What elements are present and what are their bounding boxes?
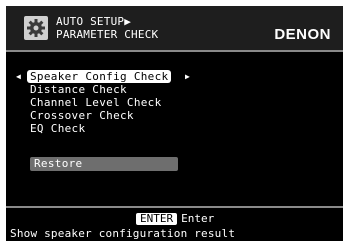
- menu-row-crossover[interactable]: Crossover Check: [6, 109, 343, 122]
- menu-item-distance-check[interactable]: Distance Check: [30, 83, 127, 96]
- brand-logo: DENON: [274, 26, 331, 43]
- footer-bar: ENTER Enter Show speaker configuration re…: [6, 206, 343, 241]
- header-title-line2: PARAMETER CHECK: [56, 28, 159, 41]
- enter-label: Enter: [181, 212, 215, 225]
- menu-item-crossover-check[interactable]: Crossover Check: [30, 109, 134, 122]
- menu-row-distance[interactable]: Distance Check: [6, 83, 343, 96]
- right-arrow-icon[interactable]: ▶: [185, 70, 190, 83]
- help-text: Show speaker configuration result: [10, 227, 236, 240]
- menu-row-speaker-config[interactable]: ◀ Speaker Config Check ▶: [6, 70, 343, 83]
- enter-key-badge: ENTER: [136, 213, 178, 225]
- menu-item-channel-level-check[interactable]: Channel Level Check: [30, 96, 162, 109]
- gear-icon: [24, 16, 48, 40]
- left-arrow-icon[interactable]: ◀: [16, 70, 21, 83]
- enter-hint: ENTER Enter: [136, 213, 214, 225]
- setup-screen: AUTO SETUP▶ PARAMETER CHECK DENON ◀ Spea…: [6, 6, 343, 241]
- header-bar: AUTO SETUP▶ PARAMETER CHECK DENON: [6, 6, 343, 52]
- menu-row-channel-level[interactable]: Channel Level Check: [6, 96, 343, 109]
- menu-item-speaker-config-check[interactable]: Speaker Config Check: [27, 70, 172, 83]
- menu-item-eq-check[interactable]: EQ Check: [30, 122, 85, 135]
- restore-button[interactable]: Restore: [30, 157, 178, 171]
- header-title-line1: AUTO SETUP▶: [56, 15, 132, 28]
- menu-row-eq[interactable]: EQ Check: [6, 122, 343, 135]
